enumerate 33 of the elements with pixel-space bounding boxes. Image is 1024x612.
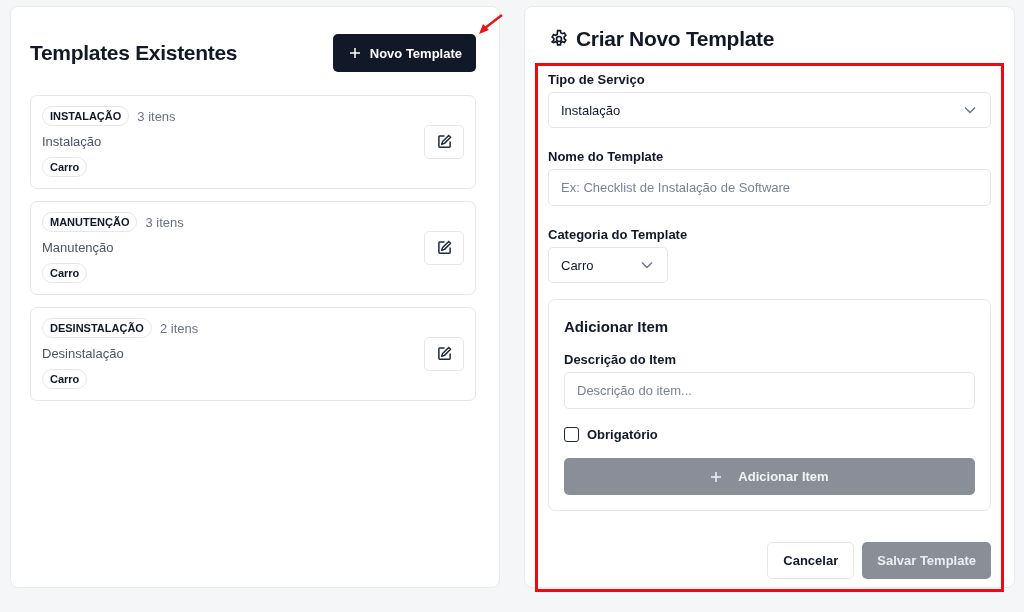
required-checkbox[interactable] [564,427,579,442]
item-description-field[interactable]: Descrição do item... [564,372,975,409]
edit-button[interactable] [424,124,464,159]
cancel-button[interactable]: Cancelar [767,542,855,579]
service-type-select[interactable]: Instalação [548,92,991,128]
item-count: 3 itens [137,108,176,124]
item-count: 3 itens [145,214,184,230]
edit-icon [436,240,452,255]
edit-icon [436,346,452,361]
plus-icon [348,47,361,59]
template-name: Desinstalação [42,346,125,361]
chevron-down-icon [641,261,653,269]
chevron-down-icon [964,106,976,114]
category-select[interactable]: Carro [548,247,668,283]
template-name: Manutenção [42,240,115,255]
settings-icon [549,29,569,49]
arrow-icon [477,14,503,36]
item-count: 2 itens [159,320,199,336]
edit-icon [436,134,452,149]
template-name: Instalação [42,134,103,149]
edit-button[interactable] [424,336,464,371]
form-title: Criar Novo Template [576,27,775,51]
template-name-field[interactable]: Ex: Checklist de Instalação de Software [548,169,991,206]
panel-title: Templates Existentes [30,41,238,65]
checkbox-label: Obrigatório [587,427,658,442]
field-label: Tipo de Serviço [548,72,646,87]
new-template-button[interactable]: Novo Template [332,34,476,72]
section-title: Adicionar Item [564,318,670,335]
edit-button[interactable] [424,230,464,265]
field-label: Categoria do Template [548,227,689,242]
field-label: Nome do Template [548,149,665,164]
plus-icon [710,470,723,483]
field-label: Descrição do Item [564,352,677,367]
